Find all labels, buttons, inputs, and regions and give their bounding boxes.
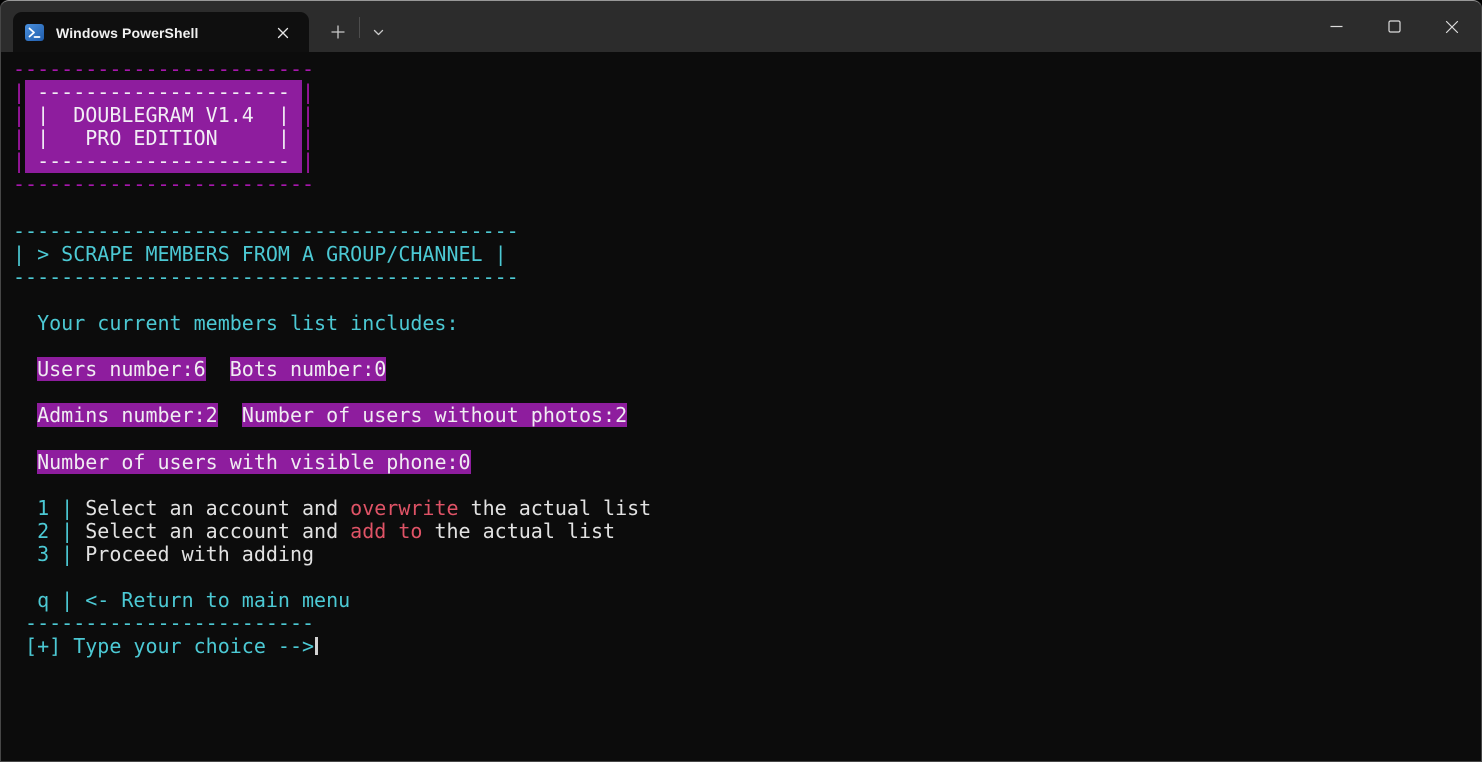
blank-line	[13, 197, 1481, 220]
maximize-icon	[1388, 20, 1401, 33]
terminal-text-segment: |	[13, 126, 25, 150]
header-border: ----------------------------------------…	[13, 266, 1481, 289]
banner-border-top: -------------------------	[13, 58, 1481, 81]
terminal-text-segment: Select an account and	[73, 496, 350, 520]
terminal-text-segment: -------------------------	[13, 57, 314, 81]
terminal-text-segment: ------------------------	[13, 611, 314, 635]
terminal-text-segment: add to	[350, 519, 422, 543]
banner-border-bottom: -------------------------	[13, 173, 1481, 196]
stats-users-bots: Users number:6 Bots number:0	[13, 358, 1481, 381]
minimize-icon	[1330, 20, 1343, 33]
prompt-divider: ------------------------	[13, 612, 1481, 635]
blank-line	[13, 474, 1481, 497]
terminal-text-segment: q | <- Return to main menu	[13, 588, 350, 612]
menu-option-q: q | <- Return to main menu	[13, 589, 1481, 612]
terminal-text-segment: ----------------------------------------…	[13, 265, 519, 289]
banner-row: | --------------------- |	[13, 81, 1481, 104]
header-border: ----------------------------------------…	[13, 220, 1481, 243]
terminal-window: Windows PowerShell	[0, 0, 1482, 762]
close-button[interactable]	[1423, 1, 1481, 52]
banner-title: | | DOUBLEGRAM V1.4 | |	[13, 104, 1481, 127]
terminal-text-segment: Number of users with visible phone:0	[37, 450, 470, 474]
members-list-heading: Your current members list includes:	[13, 312, 1481, 335]
terminal-text-segment	[218, 403, 242, 427]
terminal-text-segment	[13, 496, 37, 520]
blank-line	[13, 566, 1481, 589]
terminal-text-segment: Select an account and	[73, 519, 350, 543]
terminal-text-segment: ---------------------	[25, 80, 302, 104]
blank-line	[13, 335, 1481, 358]
header-title: | > SCRAPE MEMBERS FROM A GROUP/CHANNEL …	[13, 243, 1481, 266]
stats-admins-photos: Admins number:2 Number of users without …	[13, 404, 1481, 427]
terminal-text-segment: |	[302, 103, 314, 127]
terminal-text-segment: |	[302, 80, 314, 104]
stats-phone: Number of users with visible phone:0	[13, 451, 1481, 474]
plus-icon	[331, 25, 345, 39]
close-icon	[277, 27, 289, 39]
tab-dropdown-button[interactable]	[364, 18, 392, 46]
terminal-text-segment	[13, 450, 37, 474]
text-cursor	[315, 637, 318, 655]
terminal-text-segment: [+] Type your choice -->	[13, 634, 314, 658]
terminal-text-segment	[206, 357, 230, 381]
tab-windows-powershell[interactable]: Windows PowerShell	[13, 12, 309, 53]
terminal[interactable]: -------------------------| -------------…	[1, 52, 1481, 761]
terminal-text-segment	[13, 542, 37, 566]
terminal-text-segment	[13, 403, 37, 427]
terminal-text-segment: |	[13, 80, 25, 104]
minimize-button[interactable]	[1307, 1, 1365, 52]
terminal-text-segment: | DOUBLEGRAM V1.4 |	[25, 103, 302, 127]
terminal-text-segment: -------------------------	[13, 172, 314, 196]
blank-line	[13, 289, 1481, 312]
maximize-button[interactable]	[1365, 1, 1423, 52]
tab-close-button[interactable]	[269, 19, 297, 47]
terminal-text-segment	[13, 357, 37, 381]
terminal-text-segment: the actual list	[422, 519, 615, 543]
terminal-text-segment: 3 |	[37, 542, 73, 566]
close-icon	[1445, 20, 1459, 34]
new-tab-button[interactable]	[324, 18, 352, 46]
terminal-output: -------------------------| -------------…	[13, 58, 1481, 658]
menu-option-3: 3 | Proceed with adding	[13, 543, 1481, 566]
terminal-text-segment: Bots number:0	[230, 357, 387, 381]
terminal-text-segment: ----------------------------------------…	[13, 219, 519, 243]
terminal-text-segment: overwrite	[350, 496, 458, 520]
terminal-text-segment: |	[302, 149, 314, 173]
terminal-text-segment	[13, 519, 37, 543]
title-bar: Windows PowerShell	[1, 0, 1481, 52]
prompt-line: [+] Type your choice -->	[13, 635, 1481, 658]
menu-option-2: 2 | Select an account and add to the act…	[13, 520, 1481, 543]
tabbar-separator	[359, 17, 360, 38]
blank-line	[13, 428, 1481, 451]
terminal-text-segment: Admins number:2	[37, 403, 218, 427]
menu-option-1: 1 | Select an account and overwrite the …	[13, 497, 1481, 520]
terminal-text-segment: 2 |	[37, 519, 73, 543]
terminal-text-segment: |	[13, 103, 25, 127]
powershell-icon	[25, 24, 44, 41]
banner-subtitle: | | PRO EDITION | |	[13, 127, 1481, 150]
window-controls	[1307, 1, 1481, 52]
terminal-text-segment: |	[302, 126, 314, 150]
tab-title: Windows PowerShell	[56, 25, 269, 41]
terminal-text-segment: the actual list	[459, 496, 652, 520]
blank-line	[13, 381, 1481, 404]
terminal-text-segment: Proceed with adding	[73, 542, 314, 566]
terminal-text-segment: | PRO EDITION |	[25, 126, 302, 150]
terminal-text-segment: Users number:6	[37, 357, 206, 381]
terminal-text-segment: |	[13, 149, 25, 173]
banner-row: | --------------------- |	[13, 150, 1481, 173]
terminal-text-segment: 1 |	[37, 496, 73, 520]
terminal-text-segment: Your current members list includes:	[13, 311, 459, 335]
terminal-text-segment: Number of users without photos:2	[242, 403, 627, 427]
chevron-down-icon	[372, 26, 385, 39]
terminal-text-segment: | > SCRAPE MEMBERS FROM A GROUP/CHANNEL …	[13, 242, 507, 266]
terminal-text-segment: ---------------------	[25, 149, 302, 173]
